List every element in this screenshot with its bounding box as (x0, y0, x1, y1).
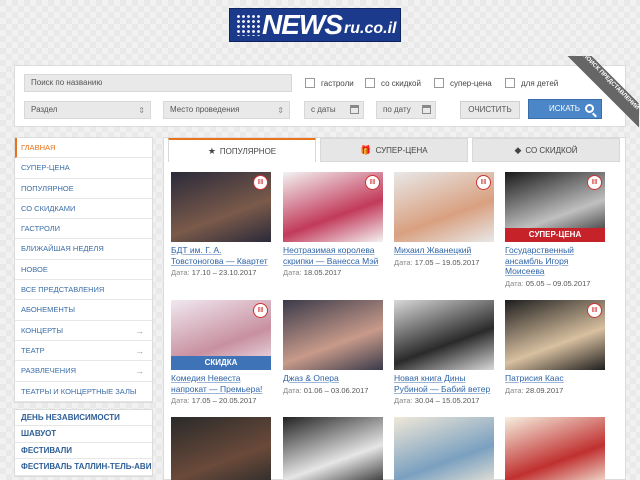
tab-popular[interactable]: ★ ПОПУЛЯРНОЕ (168, 138, 316, 162)
sidebar-event-item[interactable]: ФЕСТИВАЛИ (15, 443, 152, 460)
event-title[interactable]: БДТ им. Г. А. Товстоногова — Квартет (171, 245, 271, 266)
logo-news: NEWS (262, 9, 343, 40)
logo-domain: ru.co.il (344, 20, 397, 37)
event-title[interactable]: Государственный ансамбль Игоря Моисеева (505, 245, 605, 277)
event-title[interactable]: Патрисия Каас (505, 373, 605, 384)
from-date-input[interactable]: с даты (304, 101, 364, 119)
sidebar-item[interactable]: СО СКИДКАМИ (15, 199, 152, 220)
sidebar-item[interactable]: КОНЦЕРТЫ → (15, 321, 152, 341)
ticket-icon: |||| (253, 303, 268, 318)
checkbox-kids[interactable]: для детей (505, 78, 558, 88)
event-card[interactable] (394, 417, 494, 480)
sidebar-item[interactable]: НОВОЕ (15, 260, 152, 281)
ticket-icon: |||| (365, 175, 380, 190)
event-card[interactable]: |||| Неотразимая королева скрипки — Ванес… (283, 172, 383, 277)
updown-icon: ⇕ (138, 106, 145, 115)
event-card[interactable] (171, 417, 271, 480)
event-image[interactable]: |||| СКИДКА (171, 300, 271, 370)
sidebar-item[interactable]: ТЕАТР → (15, 341, 152, 362)
event-date: Дата: 17.05 – 19.05.2017 (394, 257, 480, 267)
event-date: Дата: 28.09.2017 (505, 385, 564, 395)
event-title[interactable]: Джаз & Опера (283, 373, 383, 384)
promo-band: СКИДКА (171, 356, 271, 370)
event-date: Дата: 17.10 – 23.10.2017 (171, 268, 257, 277)
sidebar-item[interactable]: АБОНЕМЕНТЫ (15, 300, 152, 321)
section-select[interactable]: Раздел ⇕ (24, 101, 151, 119)
event-card[interactable]: |||| СУПЕР-ЦЕНА Государственный ансамбль И… (505, 172, 605, 288)
event-date: Дата: 30.04 – 15.05.2017 (394, 396, 480, 405)
sidebar-item[interactable]: ГАСТРОЛИ (15, 219, 152, 240)
search-panel: Поиск по названию гастроли со скидкой су… (14, 56, 639, 128)
sidebar-event-item[interactable]: ФЕСТИВАЛЬ ТАЛЛИН-ТЕЛЬ-АВИВ (15, 459, 152, 476)
sidebar-events-menu: ДЕНЬ НЕЗАВИСИМОСТИ ШАВУОТ ФЕСТИВАЛИ ФЕСТИВА… (14, 408, 153, 477)
ticket-icon: |||| (476, 175, 491, 190)
sidebar-item[interactable]: ТЕАТРЫ И КОНЦЕРТНЫЕ ЗАЛЫ (15, 382, 152, 402)
calendar-icon[interactable] (350, 105, 359, 114)
event-card[interactable]: Новая книга Дины Рубиной — Бабий ветер Да… (394, 300, 494, 405)
arrow-right-icon: → (135, 345, 144, 356)
event-card[interactable] (283, 417, 383, 480)
sidebar-event-item[interactable]: ДЕНЬ НЕЗАВИСИМОСТИ (15, 410, 152, 427)
tabs: ★ ПОПУЛЯРНОЕ 🎁 СУПЕР-ЦЕНА ◆ СО СКИДКОЙ (168, 138, 620, 162)
sidebar-item[interactable]: ВСЕ ПРЕДСТАВЛЕНИЯ (15, 280, 152, 301)
search-input[interactable]: Поиск по названию (24, 74, 292, 92)
event-card[interactable]: |||| Патрисия Каас Дата: 28.09.2017 (505, 300, 605, 395)
sidebar-item[interactable]: БЛИЖАЙШАЯ НЕДЕЛЯ (15, 239, 152, 260)
ticket-icon: |||| (587, 303, 602, 318)
event-image[interactable] (394, 417, 494, 480)
logo-dots-icon (236, 14, 260, 36)
event-card[interactable]: Джаз & Опера Дата: 01.06 – 03.06.2017 (283, 300, 383, 395)
event-image[interactable]: |||| (283, 172, 383, 242)
sidebar-item[interactable]: ПОПУЛЯРНОЕ (15, 179, 152, 199)
sidebar-menu: ГЛАВНАЯ СУПЕР-ЦЕНА ПОПУЛЯРНОЕ СО СКИДКАМИ ГА… (14, 137, 153, 403)
gift-icon: 🎁 (360, 145, 372, 155)
clear-button[interactable]: ОЧИСТИТЬ (460, 101, 520, 119)
main-content: ★ ПОПУЛЯРНОЕ 🎁 СУПЕР-ЦЕНА ◆ СО СКИДКОЙ ||||… (163, 137, 626, 480)
event-card[interactable]: |||| Михаил Жванецкий Дата: 17.05 – 19.05.… (394, 172, 494, 267)
to-date-input[interactable]: по дату (376, 101, 436, 119)
checkbox-super-price[interactable]: супер-цена (434, 78, 492, 88)
checkbox-discount[interactable]: со скидкой (365, 78, 421, 88)
price-tag-icon: ◆ (514, 145, 522, 155)
event-card[interactable]: |||| БДТ им. Г. А. Товстоногова — Квартет… (171, 172, 271, 277)
ticket-icon: |||| (587, 175, 602, 190)
sidebar-item[interactable]: СУПЕР-ЦЕНА (15, 158, 152, 179)
sidebar-event-item[interactable]: ШАВУОТ (15, 426, 152, 443)
calendar-icon[interactable] (422, 105, 431, 114)
event-image[interactable]: |||| СУПЕР-ЦЕНА (505, 172, 605, 242)
event-image[interactable] (394, 300, 494, 370)
event-title[interactable]: Новая книга Дины Рубиной — Бабий ветер (394, 373, 494, 394)
event-image[interactable] (283, 300, 383, 370)
event-date: Дата: 01.06 – 03.06.2017 (283, 385, 369, 395)
sidebar: ГЛАВНАЯ СУПЕР-ЦЕНА ПОПУЛЯРНОЕ СО СКИДКАМИ ГА… (14, 137, 153, 477)
promo-band: СУПЕР-ЦЕНА (505, 228, 605, 242)
site-logo[interactable]: NEWS ru.co.il (229, 8, 401, 42)
checkbox-tours[interactable]: гастроли (305, 78, 354, 88)
event-title[interactable]: Комедия Невеста напрокат — Премьера! (171, 373, 271, 394)
event-image[interactable] (171, 417, 271, 480)
star-icon: ★ (207, 146, 216, 156)
event-card[interactable] (505, 417, 605, 480)
event-title[interactable]: Михаил Жванецкий (394, 245, 494, 256)
event-date: Дата: 18.05.2017 (283, 268, 342, 277)
event-image[interactable]: |||| (505, 300, 605, 370)
tab-discount[interactable]: ◆ СО СКИДКОЙ (472, 138, 620, 162)
sidebar-item[interactable]: РАЗВЛЕЧЕНИЯ → (15, 361, 152, 382)
event-image[interactable] (283, 417, 383, 480)
arrow-right-icon: → (135, 325, 144, 336)
event-title[interactable]: Неотразимая королева скрипки — Ванесса М… (283, 245, 383, 266)
search-ribbon: ПОИСК ПРЕДСТАВЛЕНИЙ (567, 56, 639, 128)
event-image[interactable] (505, 417, 605, 480)
event-date: Дата: 05.05 – 09.05.2017 (505, 278, 591, 288)
arrow-right-icon: → (135, 366, 144, 377)
tab-super-price[interactable]: 🎁 СУПЕР-ЦЕНА (320, 138, 468, 162)
event-date: Дата: 17.05 – 20.05.2017 (171, 396, 257, 405)
event-image[interactable]: |||| (171, 172, 271, 242)
venue-select[interactable]: Место проведения ⇕ (163, 101, 290, 119)
updown-icon: ⇕ (277, 106, 284, 115)
sidebar-item[interactable]: ГЛАВНАЯ (15, 138, 152, 159)
ticket-icon: |||| (253, 175, 268, 190)
event-card[interactable]: |||| СКИДКА Комедия Невеста напрокат — Пре… (171, 300, 271, 405)
event-image[interactable]: |||| (394, 172, 494, 242)
